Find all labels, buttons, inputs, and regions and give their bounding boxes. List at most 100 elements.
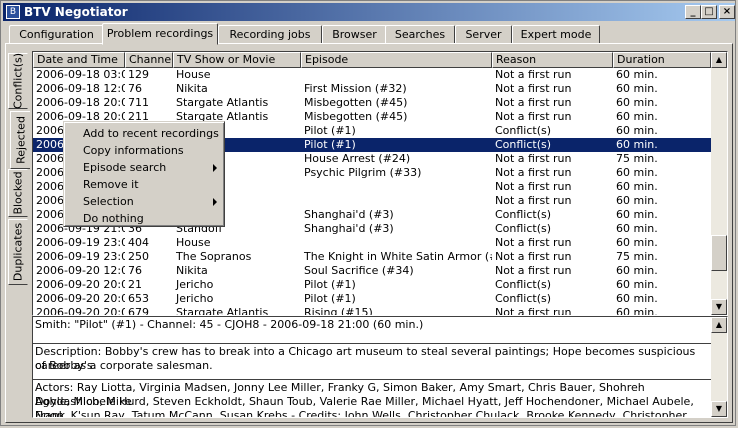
- table-row[interactable]: 2006-09-20 20:0021 Jericho Pilot (#1) Confl…: [33, 278, 711, 292]
- maximize-button[interactable]: □: [701, 5, 717, 19]
- episode-cell: The Knight in White Satin Armor (#25): [304, 250, 492, 263]
- table-row[interactable]: 2006-09-20 12:0076 Nikita Soul Sacrifice (…: [33, 264, 711, 278]
- scroll-down-button[interactable]: ▼: [711, 299, 727, 315]
- menu-item-do-nothing[interactable]: Do nothing: [67, 210, 223, 227]
- tab-configuration[interactable]: Configuration: [9, 25, 104, 44]
- tab-browser[interactable]: Browser: [322, 25, 387, 44]
- submenu-arrow-icon: [213, 198, 217, 206]
- table-row[interactable]: 2006-09-19 23:00404 House Not a first run 6…: [33, 236, 711, 250]
- tab-searches[interactable]: Searches: [385, 25, 455, 44]
- episode-cell: Shanghai'd (#3): [304, 222, 394, 235]
- main-tabs: Configuration Problem recordings Recordi…: [5, 23, 733, 45]
- duration-cell: 60 min.: [616, 264, 658, 277]
- show-cell: The Sopranos: [176, 250, 252, 263]
- menu-item-add-to-recent-recordings[interactable]: Add to recent recordings: [67, 125, 223, 142]
- reason-cell: Not a first run: [495, 68, 572, 81]
- details-scrollbar[interactable]: ▲ ▼: [711, 317, 727, 417]
- reason-cell: Not a first run: [495, 264, 572, 277]
- close-button[interactable]: ×: [719, 5, 735, 19]
- menu-item-remove-it[interactable]: Remove it: [67, 176, 223, 193]
- episode-cell: Pilot (#1): [304, 292, 356, 305]
- side-tab-duplicates[interactable]: Duplicates: [8, 219, 28, 285]
- scroll-up-button[interactable]: ▲: [711, 317, 727, 333]
- app-icon: B: [6, 5, 20, 19]
- menu-item-selection[interactable]: Selection: [67, 193, 223, 210]
- episode-cell: [301, 194, 492, 208]
- minimize-button[interactable]: _: [685, 5, 701, 19]
- episode-cell: Soul Sacrifice (#34): [304, 264, 414, 277]
- scroll-thumb[interactable]: [711, 235, 727, 271]
- table-row[interactable]: 2006-09-18 12:0076 Nikita First Mission (#…: [33, 82, 711, 96]
- menu-item-label: Remove it: [83, 178, 139, 191]
- tab-recording-jobs[interactable]: Recording jobs: [218, 25, 322, 44]
- channel-cell: 21: [128, 278, 142, 291]
- side-tab-blocked[interactable]: Blocked: [8, 169, 28, 217]
- side-tab-label: Conflict(s): [11, 52, 25, 110]
- scroll-down-button[interactable]: ▼: [711, 401, 727, 417]
- show-cell: House: [176, 236, 211, 249]
- main-window: B BTV Negotiator _ □ × Configuration Pro…: [0, 0, 736, 426]
- duration-cell: 60 min.: [616, 222, 658, 235]
- table-row[interactable]: 2006-09-20 20:00679 Stargate Atlantis Risi…: [33, 306, 711, 316]
- duration-cell: 60 min.: [616, 68, 658, 81]
- column-header-show[interactable]: TV Show or Movie: [173, 52, 301, 68]
- column-header-episode[interactable]: Episode: [301, 52, 492, 68]
- episode-cell: House Arrest (#24): [304, 152, 411, 165]
- table-row[interactable]: 2006-09-18 03:00129 House Not a first run 6…: [33, 68, 711, 82]
- side-tab-label: Duplicates: [11, 222, 25, 282]
- reason-cell: Conflict(s): [495, 138, 552, 151]
- context-menu: Add to recent recordings Copy information…: [63, 121, 225, 227]
- reason-cell: Conflict(s): [495, 222, 552, 235]
- divider: [33, 343, 711, 344]
- tab-server[interactable]: Server: [455, 25, 512, 44]
- menu-item-copy-informations[interactable]: Copy informations: [67, 142, 223, 159]
- reason-cell: Conflict(s): [495, 278, 552, 291]
- menu-item-label: Copy informations: [83, 144, 184, 157]
- minimize-icon: _: [690, 6, 696, 17]
- date-cell: 2006-09-18 12:00: [36, 82, 125, 95]
- channel-cell: 679: [128, 306, 149, 316]
- tab-expert-mode[interactable]: Expert mode: [512, 25, 600, 44]
- date-cell: 2006-09-18 03:00: [36, 68, 125, 81]
- episode-cell: Pilot (#1): [304, 138, 356, 151]
- menu-item-episode-search[interactable]: Episode search: [67, 159, 223, 176]
- column-header-date[interactable]: Date and Time: [33, 52, 125, 68]
- scroll-up-button[interactable]: ▲: [711, 52, 727, 68]
- duration-cell: 60 min.: [616, 208, 658, 221]
- show-cell: Jericho: [176, 278, 214, 291]
- table-row[interactable]: 2006-09-20 20:00653 Jericho Pilot (#1) Conf…: [33, 292, 711, 306]
- column-header-channel[interactable]: Channel: [125, 52, 173, 68]
- reason-cell: Conflict(s): [495, 208, 552, 221]
- table-scrollbar[interactable]: ▲ ▼: [711, 52, 727, 315]
- channel-cell: 653: [128, 292, 149, 305]
- duration-cell: 60 min.: [616, 96, 658, 109]
- arrow-up-icon: ▲: [715, 55, 723, 64]
- column-header-duration[interactable]: Duration: [613, 52, 711, 68]
- side-tab-conflicts[interactable]: Conflict(s): [8, 53, 28, 109]
- reason-cell: Conflict(s): [495, 124, 552, 137]
- reason-cell: Not a first run: [495, 306, 572, 316]
- side-tab-rejected[interactable]: Rejected: [10, 111, 30, 169]
- title-bar[interactable]: B BTV Negotiator _ □ ×: [3, 3, 735, 21]
- date-cell: 2006-09-19 23:00: [36, 250, 125, 263]
- date-cell: 2006-09-20 20:00: [36, 292, 125, 305]
- show-cell: Jericho: [176, 292, 214, 305]
- table-row[interactable]: 2006-09-19 23:00250 The Sopranos The Knigh…: [33, 250, 711, 264]
- duration-cell: 60 min.: [616, 124, 658, 137]
- show-cell: House: [176, 68, 211, 81]
- tab-problem-recordings[interactable]: Problem recordings: [102, 23, 218, 45]
- episode-cell: Pilot (#1): [304, 124, 356, 137]
- maximize-icon: □: [704, 6, 714, 17]
- reason-cell: Conflict(s): [495, 292, 552, 305]
- date-cell: 2006-09-20 12:00: [36, 264, 125, 277]
- episode-cell: Psychic Pilgrim (#33): [304, 166, 422, 179]
- reason-cell: Not a first run: [495, 236, 572, 249]
- episode-cell: [301, 180, 492, 194]
- episode-cell: Misbegotten (#45): [304, 96, 408, 109]
- duration-cell: 75 min.: [616, 250, 658, 263]
- show-cell: Nikita: [176, 264, 208, 277]
- close-icon: ×: [722, 6, 732, 17]
- reason-cell: Not a first run: [495, 180, 572, 193]
- table-row[interactable]: 2006-09-18 20:00711 Stargate Atlantis Misb…: [33, 96, 711, 110]
- column-header-reason[interactable]: Reason: [492, 52, 613, 68]
